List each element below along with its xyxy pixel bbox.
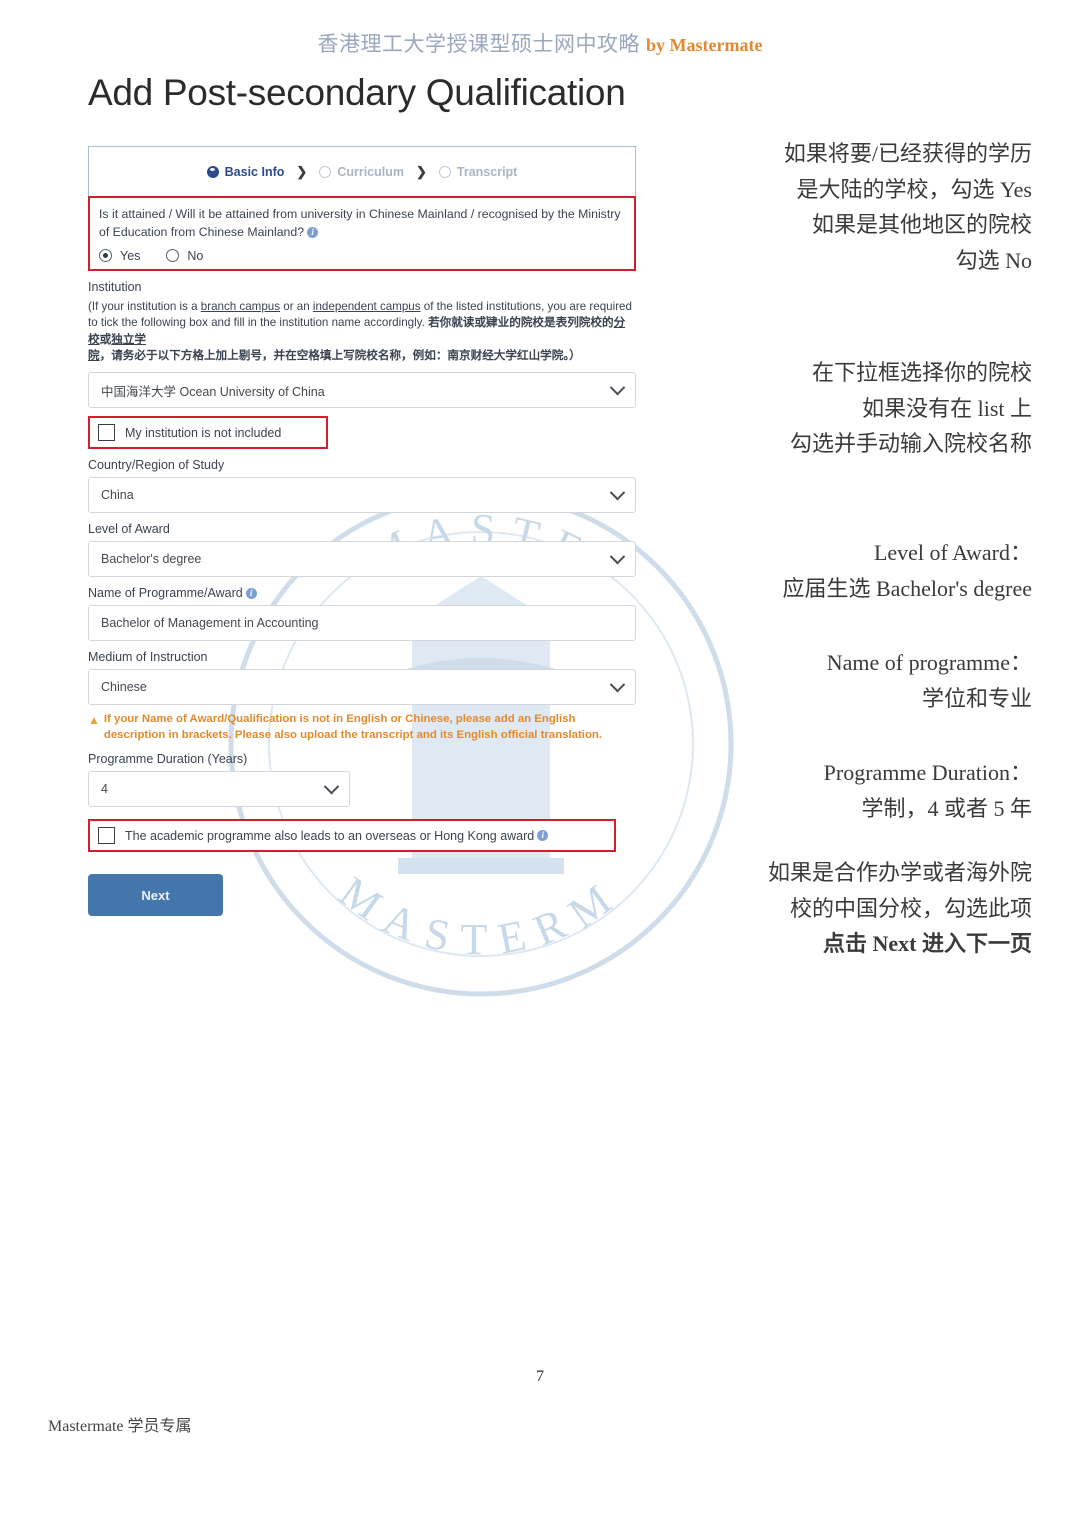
annotation-mainland-line3: 如果是其他地区的院校 (811, 212, 1032, 238)
help-cn-c: ，请务必于以下方格上加上剔号，并在空格填上写院校名称，例如：南京财经大学红山学院… (99, 349, 581, 363)
annotation-mainland-line2: 是大陆的学校，勾选 Yes (796, 176, 1032, 202)
programme-name-value: Bachelor of Management in Accounting (101, 616, 319, 631)
checkbox-icon-institution (98, 424, 115, 442)
annotation-programme-line2: 学位和专业 (921, 685, 1032, 711)
annotation-mainland-line4: 勾选 No (955, 247, 1032, 273)
level-of-award-select[interactable]: Bachelor's degree (88, 541, 636, 578)
radio-yes[interactable]: Yes (99, 249, 140, 263)
step-basic-info-label: Basic Info (224, 164, 285, 179)
mainland-question-text: Is it attained / Will it be attained fro… (99, 206, 625, 242)
empty-circle-icon-2 (438, 165, 451, 178)
form-stepper: Basic Info ❯ Curriculum ❯ Transcript (88, 146, 636, 196)
programme-name-label: Name of Programme/Award i (88, 586, 636, 600)
chevron-right-icon-1: ❯ (296, 163, 308, 179)
help-cn-b: 或 (99, 332, 112, 346)
help-part-a: (If your institution is a (88, 299, 201, 313)
checkbox-overseas-award[interactable]: The academic programme also leads to an … (90, 821, 614, 851)
annotation-duration-line1: Programme Duration： (823, 760, 1032, 785)
annotation-institution: 在下拉框选择你的院校 如果没有在 list 上 勾选并手动输入院校名称 (632, 355, 1032, 462)
medium-of-instruction-value: Chinese (101, 680, 147, 695)
page-number: 7 (536, 1368, 544, 1385)
chevron-down-icon-duration (323, 778, 340, 795)
footer-note: Mastermate 学员专属 (48, 1418, 192, 1435)
step-curriculum[interactable]: Curriculum (319, 165, 404, 179)
page-title: Add Post-secondary Qualification (88, 72, 626, 113)
annotation-overseas-line1: 如果是合作办学或者海外院 (767, 860, 1032, 885)
radio-yes-label: Yes (120, 248, 141, 263)
info-icon-overseas[interactable]: i (537, 830, 549, 842)
programme-duration-select[interactable]: 4 (88, 771, 350, 808)
radio-yes-mark (99, 249, 112, 263)
annotation-programme-name: Name of programme： 学位和专业 (632, 645, 1032, 716)
step-transcript[interactable]: Transcript (438, 164, 518, 179)
annotation-overseas: 如果是合作办学或者海外院 校的中国分校，勾选此项 点击 Next 进入下一页 (632, 855, 1032, 962)
institution-value: 中国海洋大学 Ocean University of China (101, 384, 325, 399)
chevron-down-icon-level (609, 548, 626, 565)
warning-triangle-icon: ▲ (88, 713, 100, 728)
help-part-b: or an (280, 299, 313, 313)
annotation-overseas-line3: 点击 Next 进入下一页 (823, 931, 1032, 957)
page-header-title-cn: 香港理工大学授课型硕士网中攻略 (317, 32, 641, 56)
annotation-institution-line3: 勾选并手动输入院校名称 (789, 431, 1032, 457)
institution-not-included-highlight: My institution is not included (88, 416, 328, 450)
step-transcript-label: Transcript (456, 164, 518, 179)
medium-of-instruction-label: Medium of Instruction (88, 650, 208, 665)
mainland-question-label: Is it attained / Will it be attained fro… (99, 207, 621, 239)
overseas-award-highlight: The academic programme also leads to an … (88, 819, 616, 853)
checkbox-institution-not-included[interactable]: My institution is not included (90, 418, 326, 448)
mainland-radio-group: Yes No (99, 249, 625, 263)
award-language-warning-text: If your Name of Award/Qualification is n… (103, 713, 603, 741)
programme-duration-value: 4 (101, 782, 108, 797)
checkbox-icon-overseas (98, 827, 115, 845)
mainland-question-block: Is it attained / Will it be attained fro… (88, 196, 636, 271)
checkbox-institution-label: My institution is not included (125, 425, 282, 440)
award-language-warning: ▲ If your Name of Award/Qualification is… (88, 712, 636, 743)
institution-label: Institution (88, 279, 142, 294)
filled-circle-icon (206, 165, 219, 178)
chevron-right-icon-2: ❯ (416, 163, 427, 179)
programme-duration-label: Programme Duration (Years) (88, 752, 248, 767)
annotation-programme-line1: Name of programme： (826, 650, 1032, 675)
country-select[interactable]: China (88, 477, 636, 514)
chevron-down-icon-country (609, 484, 626, 501)
annotation-duration: Programme Duration： 学制，4 或者 5 年 (632, 755, 1032, 826)
country-value: China (101, 488, 134, 503)
annotation-duration-line2: 学制，4 或者 5 年 (861, 795, 1032, 821)
annotation-level-line2: 应届生选 Bachelor's degree (782, 575, 1032, 601)
radio-no[interactable]: No (166, 249, 203, 263)
branch-campus-link[interactable]: branch campus (201, 300, 280, 313)
independent-campus-link[interactable]: independent campus (313, 300, 421, 313)
programme-name-label-text: Name of Programme/Award (88, 586, 243, 601)
country-label: Country/Region of Study (88, 458, 225, 473)
page-header-byline: by Mastermate (646, 35, 763, 55)
chevron-down-icon-institution (609, 379, 626, 396)
programme-name-input[interactable]: Bachelor of Management in Accounting (88, 605, 636, 642)
step-basic-info[interactable]: Basic Info (206, 164, 285, 179)
next-button[interactable]: Next (88, 874, 223, 917)
level-of-award-value: Bachelor's degree (101, 552, 202, 567)
annotation-level-of-award: Level of Award： 应届生选 Bachelor's degree (632, 535, 1032, 606)
qualification-form: Basic Info ❯ Curriculum ❯ Transcript Is … (88, 146, 636, 917)
annotation-institution-line2: 如果没有在 list 上 (862, 395, 1032, 421)
radio-no-label: No (187, 248, 204, 263)
annotation-mainland-line1: 如果将要/已经获得的学历 (783, 141, 1032, 166)
annotation-mainland: 如果将要/已经获得的学历 是大陆的学校，勾选 Yes 如果是其他地区的院校 勾选… (632, 136, 1032, 279)
radio-no-mark (166, 249, 180, 263)
info-icon-programme[interactable]: i (245, 588, 257, 600)
chevron-down-icon-medium (609, 676, 626, 693)
institution-select[interactable]: 中国海洋大学 Ocean University of China (88, 372, 636, 409)
checkbox-overseas-label: The academic programme also leads to an … (125, 828, 535, 843)
level-of-award-label: Level of Award (88, 522, 170, 537)
empty-circle-icon-1 (319, 165, 332, 178)
medium-of-instruction-select[interactable]: Chinese (88, 669, 636, 706)
annotation-overseas-line2: 校的中国分校，勾选此项 (789, 895, 1032, 921)
annotation-level-line1: Level of Award： (873, 540, 1032, 565)
step-curriculum-label: Curriculum (337, 164, 404, 179)
institution-help-text: (If your institution is a branch campus … (88, 299, 636, 365)
info-icon-mainland[interactable]: i (307, 226, 319, 238)
annotation-institution-line1: 在下拉框选择你的院校 (811, 360, 1032, 385)
help-cn-a: 若你就读或肄业的院校是表列院校的 (428, 316, 614, 330)
page-header: 香港理工大学授课型硕士网中攻略 by Mastermate (0, 28, 1080, 58)
